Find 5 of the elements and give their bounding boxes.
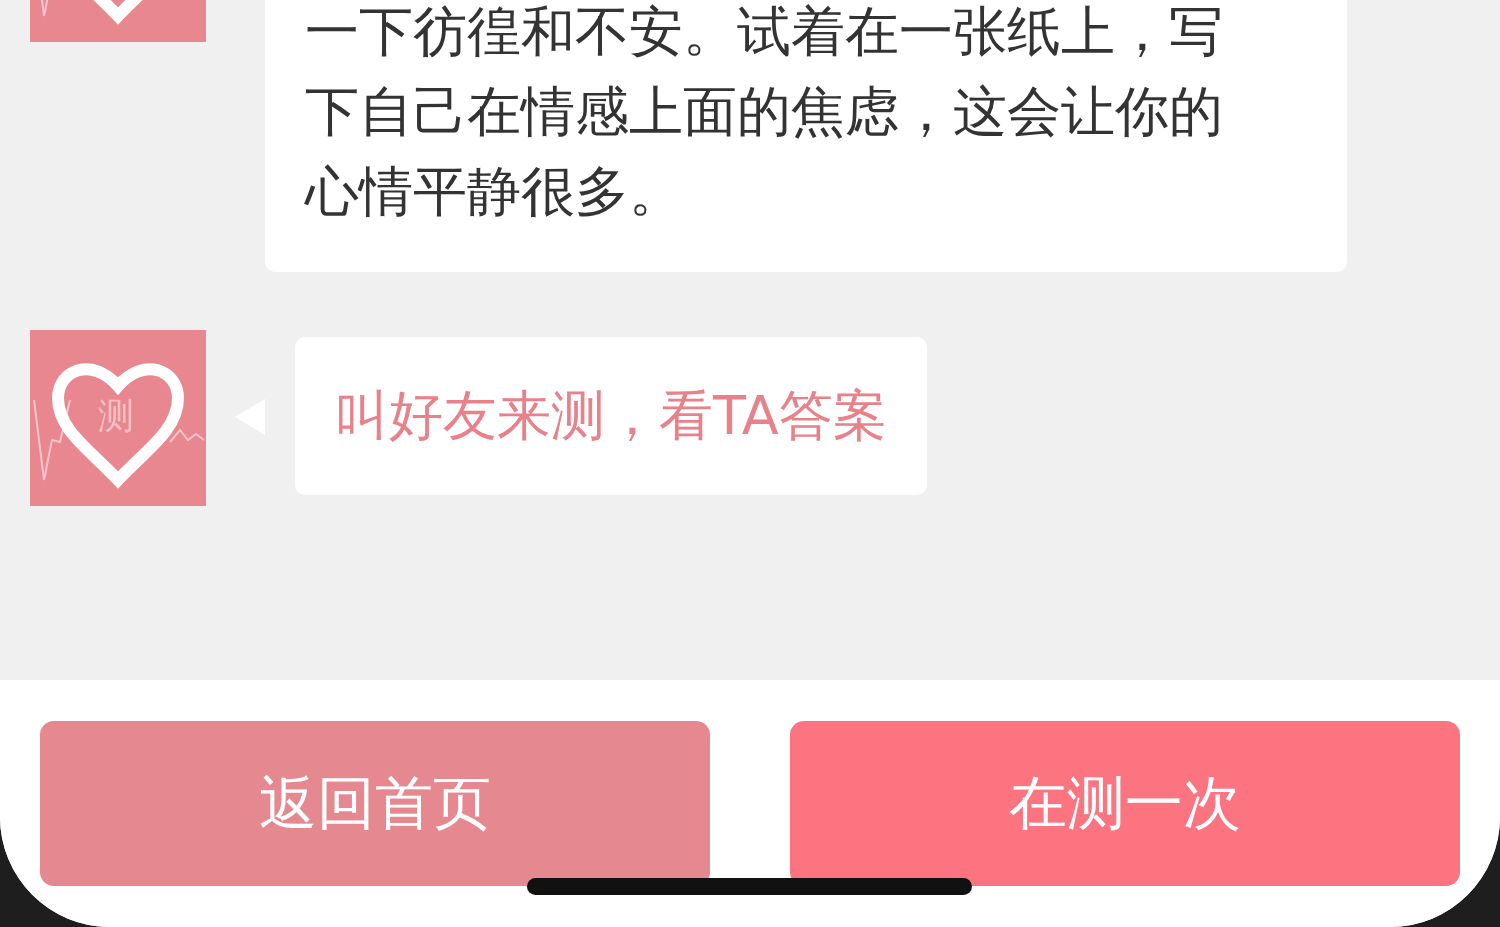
action-button[interactable]: 在测一次 [790,721,1460,886]
avatar-label: 测 [98,396,134,436]
action-button[interactable]: 返回首页 [40,721,710,886]
message-bubble[interactable]: 叫好友来测，看TA答案 [295,337,927,495]
message-bubble: 一下彷徨和不安。试着在一张纸上，写 下自己在情感上面的焦虑，这会让你的 心情平静很多。 [265,0,1347,272]
